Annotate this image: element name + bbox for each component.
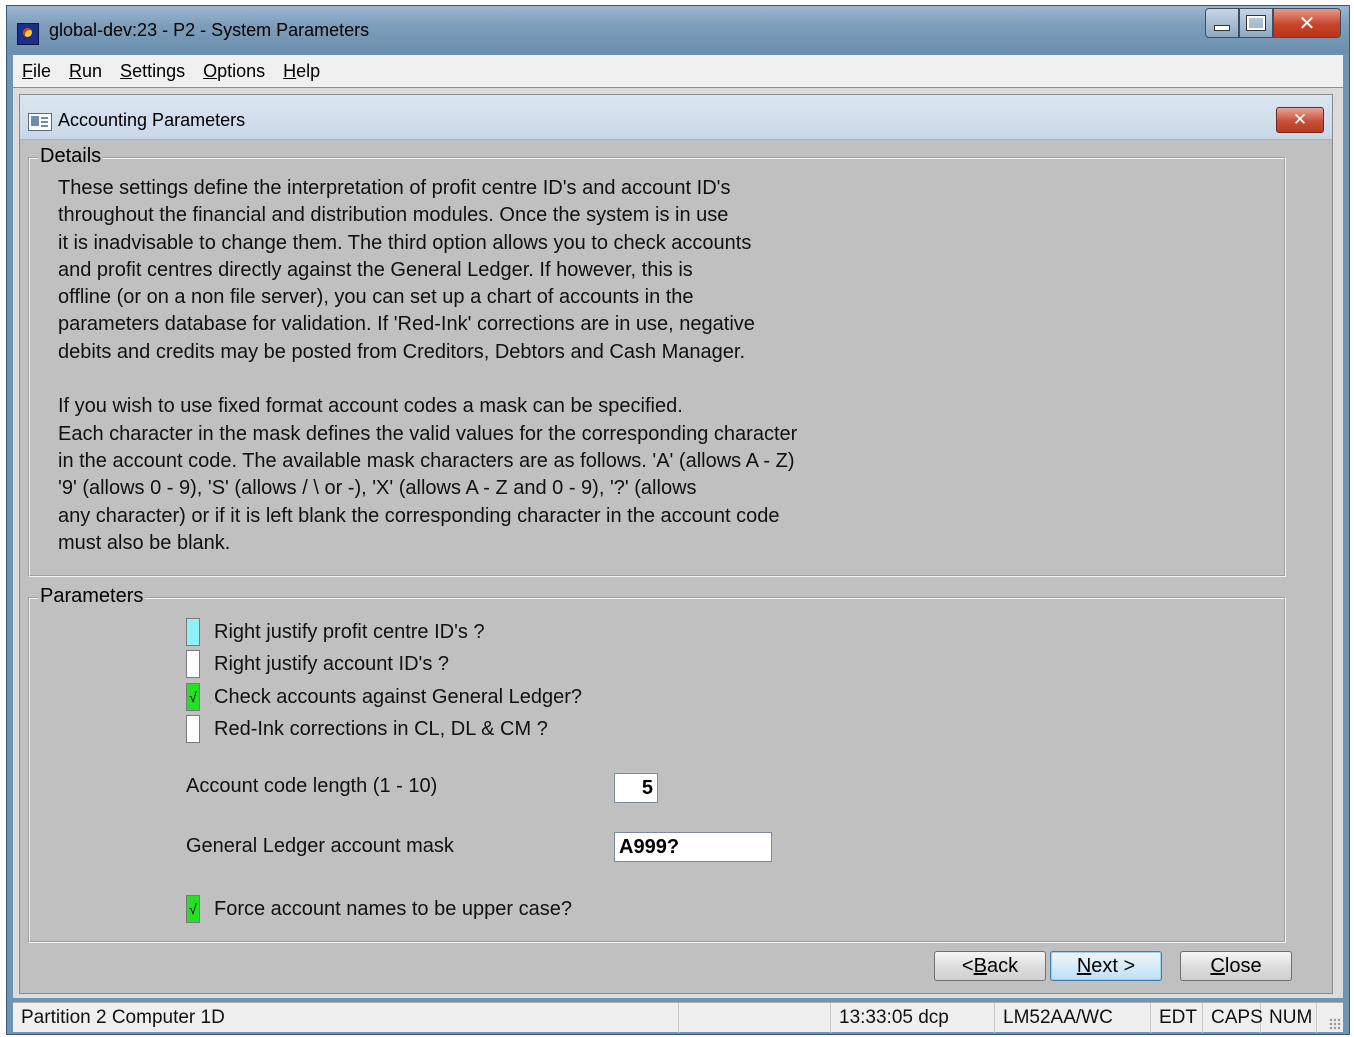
right-justify-profit-centre-row[interactable]: Right justify profit centre ID's ? [186, 617, 485, 647]
force-upper-case-checkbox[interactable]: √ [186, 895, 200, 923]
details-line: parameters database for validation. If '… [58, 313, 755, 336]
caption-buttons: ✕ [1205, 8, 1341, 38]
red-ink-corrections-row[interactable]: Red-Ink corrections in CL, DL & CM ? [186, 714, 548, 744]
details-line: any character) or if it is left blank th… [58, 504, 780, 527]
status-num: NUM [1261, 1003, 1317, 1033]
back-button[interactable]: < Back [934, 951, 1046, 981]
menu-file[interactable]: File [13, 61, 60, 82]
menu-run[interactable]: Run [60, 61, 111, 82]
resize-grip-icon[interactable] [1329, 1018, 1341, 1030]
status-empty [679, 1003, 831, 1033]
details-line: '9' (allows 0 - 9), 'S' (allows / \ or -… [58, 477, 697, 500]
details-label: Details [38, 145, 104, 168]
details-line: These settings define the interpretation… [58, 177, 731, 199]
details-line: If you wish to use fixed format account … [58, 395, 683, 418]
details-line: and profit centres directly against the … [58, 258, 693, 281]
dialog-icon [28, 113, 52, 131]
maximize-button[interactable] [1239, 8, 1273, 38]
window-titlebar[interactable]: global-dev:23 - P2 - System Parameters ✕ [7, 6, 1349, 54]
force-upper-case-row[interactable]: √ Force account names to be upper case? [186, 894, 572, 924]
status-partition: Partition 2 Computer 1D [13, 1003, 679, 1033]
close-button[interactable]: Close [1180, 951, 1292, 981]
details-group: Details These settings define the interp… [28, 145, 1286, 577]
close-icon: ✕ [1292, 110, 1308, 130]
status-terminal: LM52AA/WC [995, 1003, 1151, 1033]
check-against-gl-row[interactable]: √ Check accounts against General Ledger? [186, 682, 582, 712]
status-bar: Partition 2 Computer 1D 13:33:05 dcp LM5… [13, 1002, 1343, 1033]
checkbox-label: Red-Ink corrections in CL, DL & CM ? [214, 717, 548, 740]
details-line: it is inadvisable to change them. The th… [58, 231, 752, 254]
checkbox-label: Check accounts against General Ledger? [214, 685, 583, 708]
accounting-parameters-dialog: Accounting Parameters ✕ Details These se… [19, 94, 1333, 994]
right-justify-account-checkbox[interactable] [186, 650, 200, 678]
window-title: global-dev:23 - P2 - System Parameters [49, 20, 370, 40]
check-against-gl-checkbox[interactable]: √ [186, 683, 200, 711]
app-window: global-dev:23 - P2 - System Parameters ✕… [6, 5, 1350, 1035]
app-icon [17, 23, 39, 45]
dialog-titlebar[interactable]: Accounting Parameters ✕ [20, 95, 1332, 140]
minimize-icon [1214, 25, 1230, 31]
details-line: throughout the financial and distributio… [58, 204, 729, 227]
parameters-group: Parameters Right justify profit centre I… [28, 585, 1286, 943]
minimize-button[interactable] [1205, 8, 1239, 38]
status-caps: CAPS [1203, 1003, 1263, 1033]
parameters-label: Parameters [38, 585, 146, 608]
details-line: must also be blank. [58, 531, 231, 554]
status-edt: EDT [1151, 1003, 1203, 1033]
account-code-length-input[interactable]: 5 [614, 773, 658, 803]
next-button[interactable]: Next > [1050, 951, 1162, 981]
menu-settings[interactable]: Settings [111, 61, 194, 82]
details-paragraph-1: These settings define the interpretation… [58, 175, 898, 366]
gl-account-mask-input[interactable]: A999? [614, 832, 772, 862]
checkbox-label: Force account names to be upper case? [214, 897, 572, 920]
checkbox-label: Right justify account ID's ? [214, 652, 450, 675]
menu-help[interactable]: Help [274, 61, 329, 82]
mdi-area: Accounting Parameters ✕ Details These se… [13, 88, 1343, 998]
menu-bar: File Run Settings Options Help [13, 55, 1343, 87]
status-time-user: 13:33:05 dcp [831, 1003, 995, 1033]
window-close-button[interactable]: ✕ [1273, 8, 1341, 38]
gl-account-mask-label: General Ledger account mask [186, 835, 454, 857]
red-ink-corrections-checkbox[interactable] [186, 715, 200, 743]
right-justify-account-row[interactable]: Right justify account ID's ? [186, 649, 449, 679]
account-code-length-label: Account code length (1 - 10) [186, 775, 438, 797]
dialog-close-button[interactable]: ✕ [1276, 107, 1324, 133]
details-line: debits and credits may be posted from Cr… [58, 340, 746, 363]
details-paragraph-2: If you wish to use fixed format account … [58, 393, 898, 557]
maximize-icon [1247, 16, 1265, 30]
details-line: offline (or on a non file server), you c… [58, 286, 694, 309]
checkbox-label: Right justify profit centre ID's ? [214, 620, 485, 643]
details-line: in the account code. The available mask … [58, 449, 795, 472]
dialog-title: Accounting Parameters [58, 110, 246, 130]
menu-options[interactable]: Options [194, 61, 274, 82]
close-icon: ✕ [1298, 11, 1316, 35]
details-line: Each character in the mask defines the v… [58, 422, 798, 445]
right-justify-profit-centre-checkbox[interactable] [186, 618, 200, 646]
details-text: These settings define the interpretation… [58, 175, 898, 557]
